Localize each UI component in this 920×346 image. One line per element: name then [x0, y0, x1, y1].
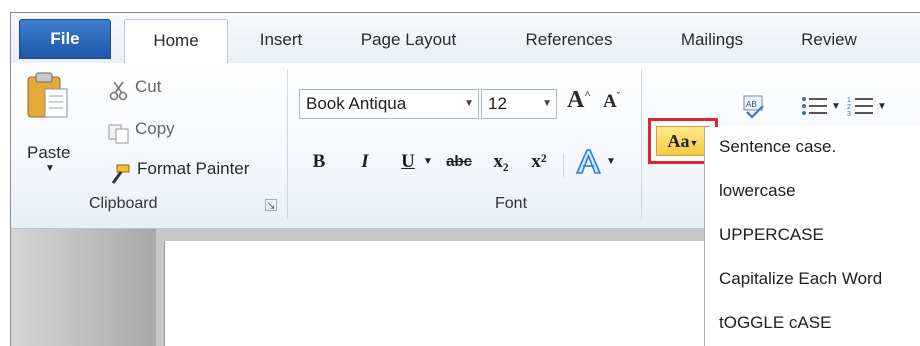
clipboard-launcher-icon[interactable]: ↘: [265, 199, 277, 212]
text-effects-icon[interactable]: [573, 147, 603, 177]
tab-home[interactable]: Home: [124, 19, 228, 65]
font-size-dropdown-icon: ▼: [542, 98, 552, 109]
grow-font-button[interactable]: A^: [567, 87, 591, 114]
menu-item-capitalize-each-word[interactable]: Capitalize Each Word: [719, 259, 882, 299]
menu-item-lowercase[interactable]: lowercase: [719, 171, 796, 211]
copy-icon[interactable]: [107, 123, 131, 145]
svg-text:1: 1: [847, 97, 851, 104]
copy-button[interactable]: Copy: [135, 119, 175, 139]
bullets-icon[interactable]: [801, 95, 829, 117]
format-painter-icon[interactable]: [107, 163, 131, 185]
clipboard-group-label: Clipboard: [89, 195, 158, 212]
italic-button[interactable]: I: [351, 147, 379, 177]
menu-item-label: tOGGLE cASE: [719, 313, 832, 332]
change-case-button[interactable]: Aa▼: [656, 126, 710, 156]
tab-review[interactable]: Review: [789, 19, 869, 61]
group-divider: [287, 69, 288, 219]
document-page[interactable]: [164, 241, 725, 346]
format-painter-button[interactable]: Format Painter: [137, 159, 249, 179]
strikethrough-button[interactable]: abc: [439, 147, 479, 177]
shrink-font-button[interactable]: Aˇ: [603, 91, 620, 113]
menu-item-sentence-case[interactable]: Sentence case.: [719, 127, 836, 167]
numbering-icon[interactable]: 1 2 3: [847, 95, 875, 117]
font-name-select[interactable]: Book Antiqua ▼: [299, 89, 479, 119]
menu-item-label: Sentence case.: [719, 137, 837, 156]
font-size-value: 12: [488, 94, 507, 113]
font-name-value: Book Antiqua: [306, 94, 407, 113]
spelling-check-icon[interactable]: AB: [741, 93, 767, 119]
font-group-label: Font: [495, 195, 528, 212]
menu-item-uppercase[interactable]: UPPERCASE: [719, 215, 824, 255]
bold-button[interactable]: B: [305, 147, 333, 177]
tab-file[interactable]: File: [19, 19, 111, 59]
menu-item-toggle-case[interactable]: tOGGLE cASE: [719, 303, 831, 343]
tab-page-layout[interactable]: Page Layout: [341, 19, 476, 61]
group-divider: [641, 69, 642, 219]
underline-dropdown-icon[interactable]: ▼: [421, 147, 435, 177]
change-case-menu: Sentence case. lowercase UPPERCASE Capit…: [704, 127, 920, 346]
font-divider: [563, 153, 564, 177]
word-window: File Home Insert Page Layout References …: [10, 12, 920, 346]
grow-font-label: A: [567, 87, 585, 113]
paste-dropdown-arrow-icon[interactable]: ▼: [45, 163, 55, 174]
paste-icon[interactable]: [25, 71, 71, 121]
tab-references[interactable]: References: [509, 19, 629, 61]
paste-button[interactable]: Paste: [27, 143, 70, 163]
document-margin-shade: [11, 229, 156, 346]
bullets-dropdown-icon[interactable]: ▼: [831, 101, 841, 112]
text-effects-dropdown-icon[interactable]: ▼: [605, 147, 617, 177]
superscript-button[interactable]: x²: [523, 147, 555, 177]
svg-text:AB: AB: [746, 100, 757, 109]
svg-text:3: 3: [847, 111, 851, 117]
font-name-dropdown-icon: ▼: [464, 98, 474, 109]
menu-item-label: UPPERCASE: [719, 225, 824, 244]
shrink-font-label: A: [603, 91, 617, 112]
cut-button[interactable]: Cut: [135, 77, 161, 97]
font-size-select[interactable]: 12 ▼: [481, 89, 557, 119]
underline-button[interactable]: U: [395, 147, 421, 177]
ribbon-tab-bar: File Home Insert Page Layout References …: [11, 13, 920, 65]
cut-icon[interactable]: [109, 81, 129, 101]
tab-insert[interactable]: Insert: [246, 19, 316, 61]
subscript-button[interactable]: x₂: [485, 147, 517, 177]
tab-mailings[interactable]: Mailings: [663, 19, 761, 61]
change-case-label: Aa: [667, 131, 690, 151]
menu-item-label: lowercase: [719, 181, 796, 200]
numbering-dropdown-icon[interactable]: ▼: [877, 101, 887, 112]
svg-text:2: 2: [847, 104, 851, 111]
menu-item-label: Capitalize Each Word: [719, 269, 883, 288]
